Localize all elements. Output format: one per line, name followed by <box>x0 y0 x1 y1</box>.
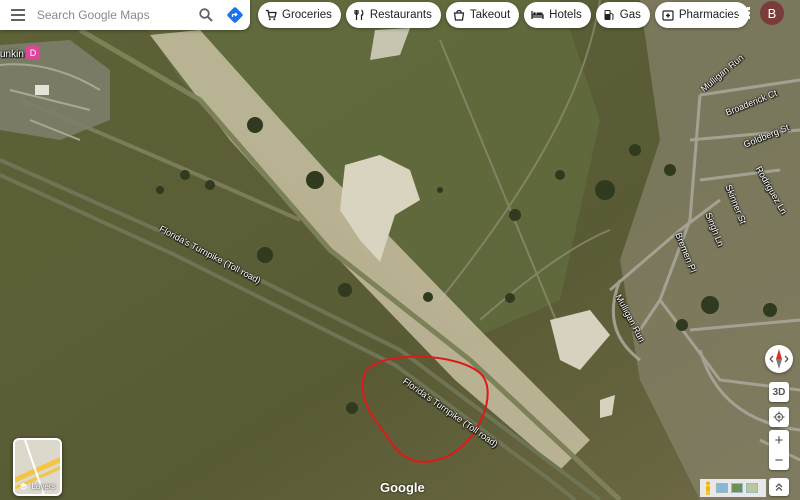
takeout-bag-icon <box>453 9 465 21</box>
chip-takeout[interactable]: Takeout <box>445 2 520 28</box>
my-location-icon <box>773 411 785 423</box>
imagery-thumbnail[interactable] <box>731 483 743 493</box>
chip-groceries[interactable]: Groceries <box>258 2 341 28</box>
chip-hotels[interactable]: Hotels <box>524 2 591 28</box>
expand-button[interactable] <box>769 478 789 496</box>
zoom-in-button[interactable]: + <box>769 430 789 450</box>
chip-restaurants[interactable]: Restaurants <box>345 2 441 28</box>
layers-icon <box>20 482 28 490</box>
tilt-3d-button[interactable]: 3D <box>769 382 789 402</box>
chip-gas[interactable]: Gas <box>595 2 650 28</box>
compass-button[interactable] <box>765 345 793 373</box>
map-view[interactable]: unkin D Florida's Turnpike (Toll road) F… <box>0 0 800 500</box>
my-location-button[interactable] <box>769 407 789 427</box>
menu-button[interactable] <box>0 0 37 30</box>
category-chips: Groceries Restaurants Takeout Hotels Gas… <box>258 2 749 28</box>
chevron-up-icon <box>775 483 783 491</box>
zoom-out-button[interactable]: − <box>769 450 789 470</box>
chip-label: Takeout <box>469 9 511 21</box>
search-input[interactable] <box>36 0 192 30</box>
poi-label[interactable]: unkin <box>0 49 24 60</box>
imagery-thumbnail[interactable] <box>716 483 728 493</box>
bed-icon <box>531 11 544 19</box>
layers-button[interactable]: Layers <box>13 438 62 496</box>
hamburger-menu-icon <box>11 9 26 21</box>
search-icon <box>199 8 214 22</box>
chip-label: Restaurants <box>369 9 432 21</box>
google-logo: Google <box>380 480 425 495</box>
pegman-icon[interactable] <box>703 481 713 495</box>
directions-icon <box>227 7 244 23</box>
fork-knife-icon <box>354 9 364 20</box>
chip-label: Groceries <box>282 9 332 21</box>
apps-grid-icon <box>738 7 750 19</box>
compass-icon <box>769 349 789 369</box>
apps-button[interactable] <box>734 3 754 23</box>
search-button[interactable] <box>192 0 221 30</box>
account-avatar[interactable]: B <box>760 1 784 25</box>
chip-label: Pharmacies <box>678 9 740 21</box>
layers-label: Layers <box>31 482 56 491</box>
chip-label: Hotels <box>549 9 582 21</box>
imagery-thumbnail[interactable] <box>746 483 758 493</box>
gas-pump-icon <box>604 10 614 20</box>
chip-label: Gas <box>619 9 641 21</box>
pharmacy-icon <box>662 10 674 21</box>
zoom-controls: + − <box>769 430 789 470</box>
layers-label-row: Layers <box>15 482 60 491</box>
poi-pin-icon[interactable]: D <box>26 46 40 60</box>
cart-icon <box>266 9 277 21</box>
search-box <box>0 0 250 30</box>
directions-button[interactable] <box>221 0 250 30</box>
bottom-toolbar <box>700 479 766 497</box>
